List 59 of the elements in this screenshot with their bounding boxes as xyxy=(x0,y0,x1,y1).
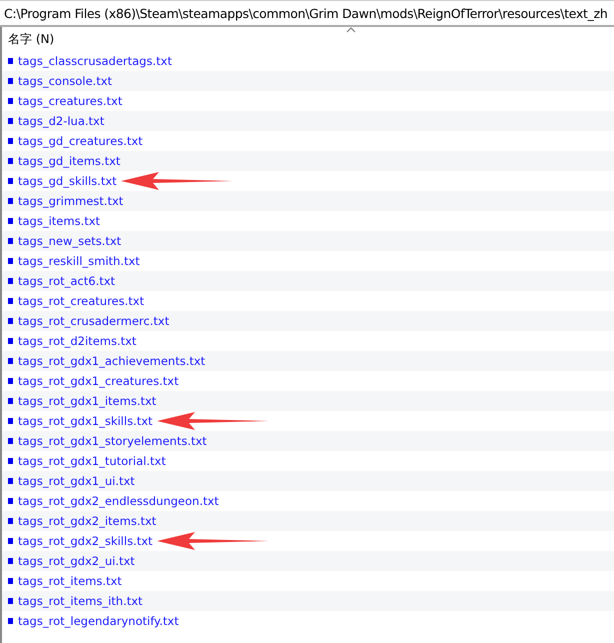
file-icon xyxy=(8,318,13,324)
file-name[interactable]: tags_rot_gdx1_items.txt xyxy=(18,394,156,408)
file-name[interactable]: tags_gd_creatures.txt xyxy=(18,134,143,148)
file-icon xyxy=(8,618,13,624)
file-name[interactable]: tags_gd_items.txt xyxy=(18,154,120,168)
file-name[interactable]: tags_rot_creatures.txt xyxy=(18,294,144,308)
file-icon xyxy=(8,98,13,104)
file-icon xyxy=(8,138,13,144)
file-icon xyxy=(8,398,13,404)
file-name[interactable]: tags_rot_gdx1_tutorial.txt xyxy=(18,454,166,468)
file-icon xyxy=(8,178,13,184)
file-name[interactable]: tags_console.txt xyxy=(18,74,112,88)
file-icon xyxy=(8,278,13,284)
file-icon xyxy=(8,418,13,424)
file-icon xyxy=(8,58,13,64)
file-icon xyxy=(8,158,13,164)
file-name[interactable]: tags_rot_gdx1_creatures.txt xyxy=(18,374,179,388)
file-icon xyxy=(8,358,13,364)
file-name[interactable]: tags_rot_gdx1_ui.txt xyxy=(18,474,135,488)
file-icon xyxy=(8,118,13,124)
file-icon xyxy=(8,518,13,524)
file-name[interactable]: tags_rot_gdx2_items.txt xyxy=(18,514,156,528)
file-icon xyxy=(8,258,13,264)
file-icon xyxy=(8,338,13,344)
file-name[interactable]: tags_gd_skills.txt xyxy=(18,174,117,188)
file-icon xyxy=(8,218,13,224)
file-icon xyxy=(8,238,13,244)
name-column-header[interactable]: 名字 (N) xyxy=(8,30,54,48)
file-icon xyxy=(8,78,13,84)
file-name[interactable]: tags_classcrusadertags.txt xyxy=(18,54,172,68)
file-icon xyxy=(8,198,13,204)
file-icon xyxy=(8,498,13,504)
file-name[interactable]: tags_rot_legendarynotify.txt xyxy=(18,614,179,628)
sort-caret-icon xyxy=(346,27,356,33)
file-icon xyxy=(8,478,13,484)
path-field[interactable]: C:\Program Files (x86)\Steam\steamapps\common\Grim Dawn\mods\ReignOfTerror\resources\text_zh xyxy=(0,0,614,27)
file-name[interactable]: tags_creatures.txt xyxy=(18,94,122,108)
file-name[interactable]: tags_rot_crusadermerc.txt xyxy=(18,314,170,328)
file-name[interactable]: tags_reskill_smith.txt xyxy=(18,254,140,268)
file-icon xyxy=(8,298,13,304)
file-name[interactable]: tags_rot_items_ith.txt xyxy=(18,594,143,608)
file-name[interactable]: tags_rot_items.txt xyxy=(18,574,122,588)
file-icon xyxy=(8,378,13,384)
file-name[interactable]: tags_rot_gdx2_skills.txt xyxy=(18,534,153,548)
file-icon xyxy=(8,598,13,604)
file-name[interactable]: tags_new_sets.txt xyxy=(18,234,122,248)
file-name[interactable]: tags_grimmest.txt xyxy=(18,194,124,208)
file-icon xyxy=(8,438,13,444)
file-icon xyxy=(8,578,13,584)
file-name[interactable]: tags_rot_gdx2_endlessdungeon.txt xyxy=(18,494,219,508)
file-name[interactable]: tags_rot_gdx2_ui.txt xyxy=(18,554,135,568)
file-name[interactable]: tags_rot_d2items.txt xyxy=(18,334,136,348)
file-icon xyxy=(8,558,13,564)
file-name[interactable]: tags_rot_act6.txt xyxy=(18,274,116,288)
file-name[interactable]: tags_rot_gdx1_skills.txt xyxy=(18,414,153,428)
file-icon xyxy=(8,538,13,544)
file-name[interactable]: tags_d2-lua.txt xyxy=(18,114,104,128)
file-icon xyxy=(8,458,13,464)
file-name[interactable]: tags_items.txt xyxy=(18,214,100,228)
